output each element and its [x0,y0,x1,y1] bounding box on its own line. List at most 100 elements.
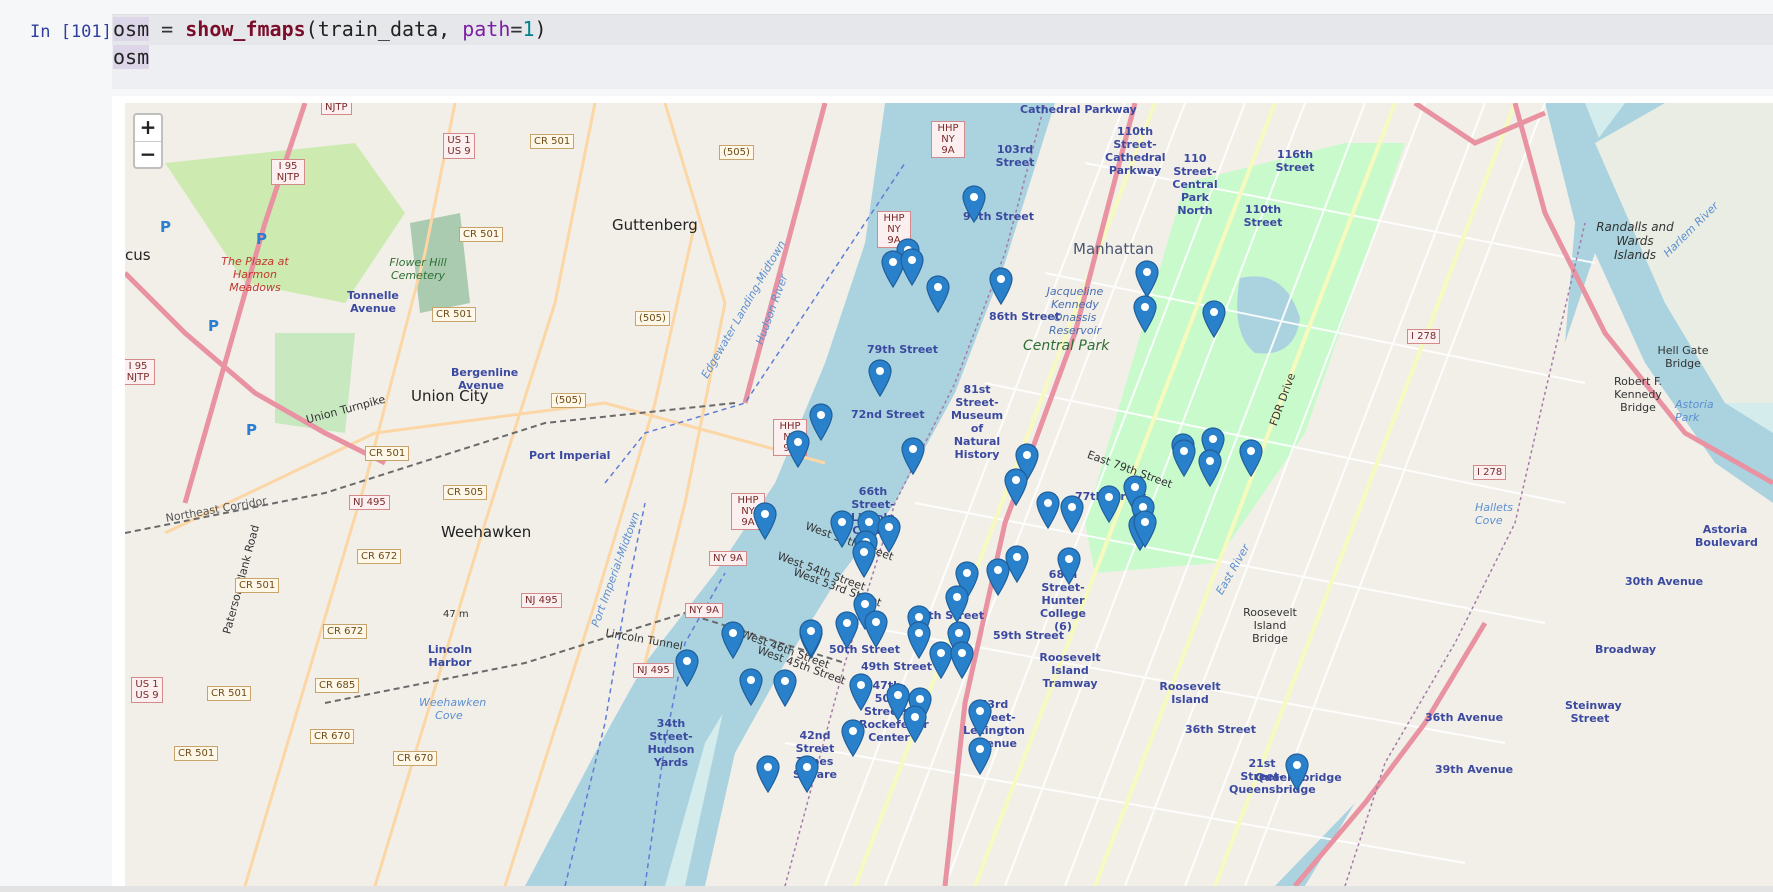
map-marker-icon[interactable] [835,611,859,650]
label-elevation: 47 m [443,609,469,620]
token-assign: = [510,17,523,41]
map-marker-icon[interactable] [989,267,1013,306]
nbhd-hallets-cove: Hallets Cove [1475,501,1513,527]
shield-cr501-g: CR 501 [174,746,219,761]
map-marker-icon[interactable] [907,621,931,660]
label-36th-ave: 36th Avenue [1425,711,1504,724]
shield-cr501-c: CR 501 [432,307,477,322]
label-queens-broadway: Broadway [1595,643,1657,656]
station-72nd: 72nd Street [851,408,925,421]
map-marker-icon[interactable] [852,540,876,579]
map-marker-icon[interactable] [841,719,865,758]
nbhd-bergenline: Bergenline Avenue [451,366,519,392]
code-line-2[interactable]: osm [113,43,150,71]
nbhd-port-imperial: Port Imperial [529,449,611,462]
station-103rd: 103rd Street [995,143,1035,169]
nbhd-rfk-bridge: Robert F. Kennedy Bridge [1613,375,1663,414]
token-eq: = [149,17,186,41]
map-marker-icon[interactable] [1198,449,1222,488]
map-marker-icon[interactable] [945,585,969,624]
park-cemetery: Flower Hill Cemetery [389,256,447,282]
station-hudson-yards: 34th Street-Hudson Yards [647,717,695,769]
map-marker-icon[interactable] [868,359,892,398]
token-fn: show_fmaps [185,17,306,41]
shield-i95-left: I 95 NJTP [125,359,155,385]
shield-cr670-a: CR 670 [310,729,355,744]
shield-us1-us9: US 1 US 9 [443,133,475,159]
map-marker-icon[interactable] [721,621,745,660]
code-line-1[interactable]: osm = show_fmaps(train_data, path=1) [113,15,547,43]
place-cus: cus [125,246,151,264]
map-marker-icon[interactable] [756,755,780,794]
nbhd-weehawken-cove: Weehawken Cove [419,696,487,722]
token-open: ( [305,17,318,41]
map-marker-icon[interactable] [864,610,888,649]
map-marker-icon[interactable] [753,502,777,541]
shield-us1-left: US 1 US 9 [131,677,163,703]
map-marker-icon[interactable] [1135,260,1159,299]
map-marker-icon[interactable] [799,619,823,658]
parking-icon: P [160,218,171,236]
map-marker-icon[interactable] [1172,439,1196,478]
label-39th-ave: 39th Avenue [1435,763,1514,776]
map-marker-icon[interactable] [773,669,797,708]
shield-cr505: CR 505 [443,485,488,500]
shield-cr501-b: CR 501 [459,227,504,242]
shield-505-c: (505) [551,393,586,408]
map-marker-icon[interactable] [1133,510,1157,549]
token-var2: osm [113,45,150,69]
shield-cr501-a: CR 501 [530,134,575,149]
map-marker-icon[interactable] [1057,547,1081,586]
token-arg1: train_data, [317,17,463,41]
station-86th: 86th Street [989,310,1061,323]
map-marker-icon[interactable] [901,437,925,476]
map-marker-icon[interactable] [968,699,992,738]
map-marker-icon[interactable] [786,430,810,469]
map-marker-icon[interactable] [900,248,924,287]
map-marker-icon[interactable] [795,755,819,794]
nbhd-hell-gate-bridge: Hell Gate Bridge [1657,344,1709,370]
map-marker-icon[interactable] [877,515,901,554]
map-marker-icon[interactable] [830,510,854,549]
map-marker-icon[interactable] [1097,485,1121,524]
map-marker-icon[interactable] [950,641,974,680]
shield-hhp-a: HHP NY 9A [931,121,965,158]
zoom-in-button[interactable]: + [135,115,161,142]
cell-prompt: In [101]: [30,22,123,42]
map-marker-icon[interactable] [926,275,950,314]
zoom-control: + − [133,113,163,169]
horizontal-scrollbar[interactable] [0,886,1773,892]
parking-icon: P [208,317,219,335]
shield-cr685: CR 685 [315,678,360,693]
nbhd-tonnelle: Tonnelle Avenue [347,289,399,315]
map-marker-icon[interactable] [903,705,927,744]
station-cathedral: 110th Street-Cathedral Parkway [1105,125,1166,177]
nbhd-lincoln-harbor: Lincoln Harbor [427,643,473,669]
station-49th: 49th Street [861,660,933,673]
map-marker-icon[interactable] [809,403,833,442]
place-guttenberg: Guttenberg [612,216,698,234]
map-marker-icon[interactable] [1036,491,1060,530]
shield-cr501-d: CR 501 [365,446,410,461]
map-marker-icon[interactable] [849,673,873,712]
map-marker-icon[interactable] [739,668,763,707]
token-close: ) [534,17,547,41]
map-marker-icon[interactable] [968,737,992,776]
map-marker-icon[interactable] [1133,295,1157,334]
map-marker-icon[interactable] [1202,300,1226,339]
shield-i95: I 95 NJTP [271,159,305,185]
shield-njtp: NJTP [321,103,352,115]
map-view[interactable]: Guttenberg Union City Weehawken Manhatta… [125,103,1773,886]
shield-i278-b: I 278 [1473,465,1507,480]
map-marker-icon[interactable] [986,558,1010,597]
map-marker-icon[interactable] [675,649,699,688]
station-amnh: 81st Street-Museum of Natural History [950,383,1004,461]
map-marker-icon[interactable] [1060,495,1084,534]
map-marker-icon[interactable] [1239,439,1263,478]
shield-cr501-f: CR 501 [207,686,252,701]
zoom-out-button[interactable]: − [135,142,161,168]
nbhd-astoria-park: Astoria Park [1675,398,1714,424]
map-marker-icon[interactable] [1004,468,1028,507]
map-marker-icon[interactable] [1285,753,1309,792]
map-marker-icon[interactable] [962,185,986,224]
